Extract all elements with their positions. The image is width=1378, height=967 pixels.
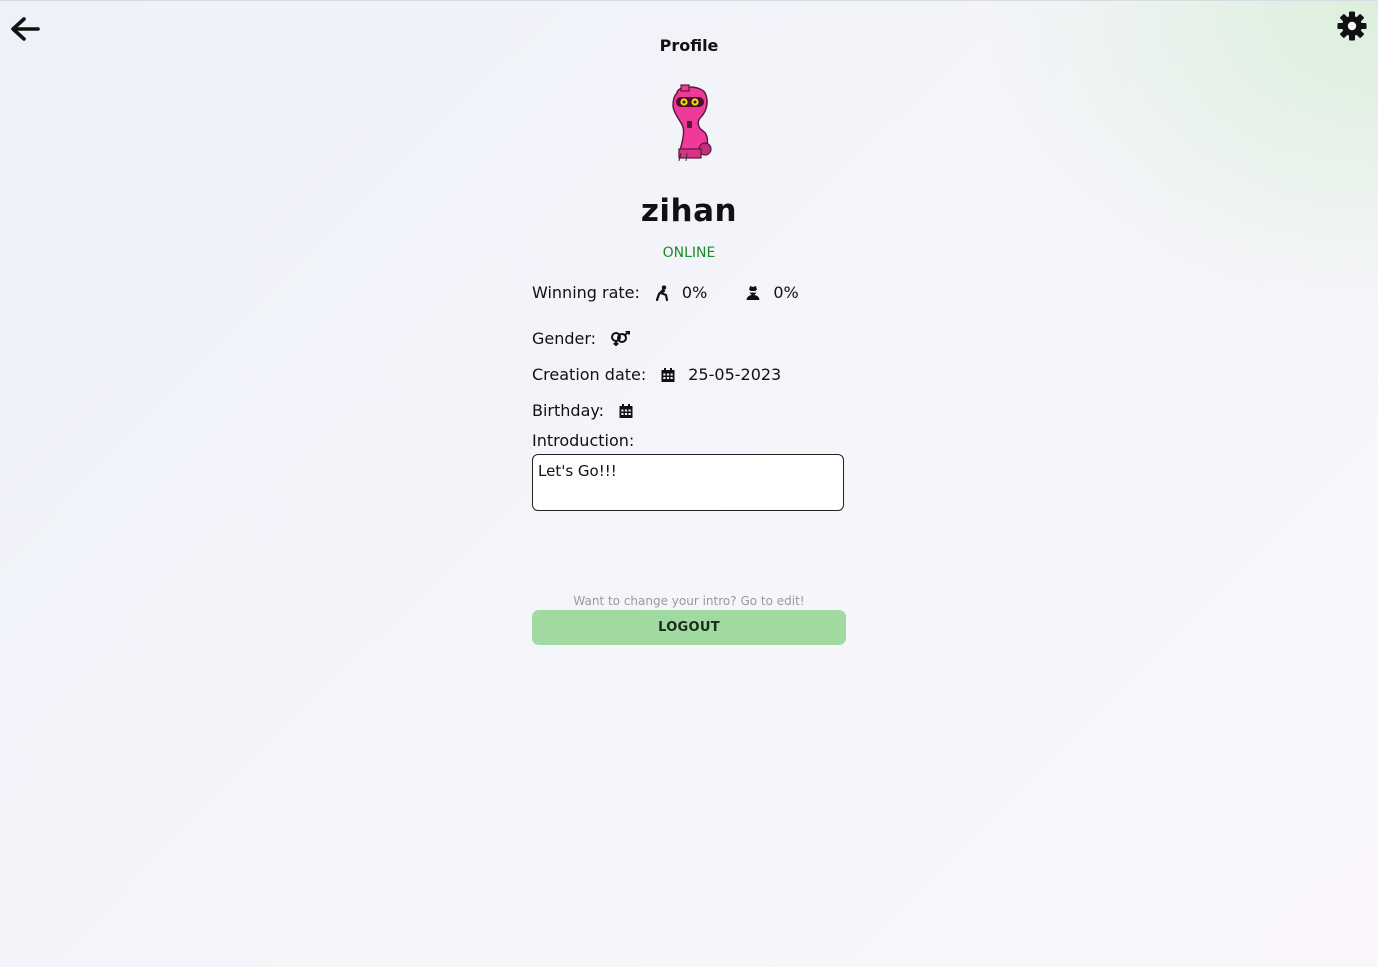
introduction-textbox[interactable]: Let's Go!!!: [532, 454, 844, 511]
winning-rate-value-1: 0%: [681, 283, 708, 302]
winning-rate-row: Winning rate: 0% 0%: [532, 283, 799, 302]
gender-row: Gender:: [532, 329, 642, 348]
mars-and-venus-icon: [610, 330, 631, 347]
birthday-row: Birthday:: [532, 401, 646, 420]
username: zihan: [640, 193, 738, 229]
calendar-icon: [660, 367, 676, 383]
introduction-label: Introduction:: [532, 431, 635, 450]
calendar-icon: [618, 403, 634, 419]
player-kick-icon: [654, 284, 670, 301]
edit-intro-hint: Want to change your intro? Go to edit!: [573, 594, 805, 608]
creation-date-label: Creation date:: [532, 365, 647, 384]
logout-button[interactable]: LOGOUT: [532, 610, 846, 645]
gender-label: Gender:: [532, 329, 597, 348]
creation-date-row: Creation date: 25-05-2023: [532, 365, 781, 384]
winning-rate-label: Winning rate:: [532, 283, 640, 302]
winning-rate-value-2: 0%: [773, 283, 799, 302]
user-secret-icon: [745, 285, 761, 301]
page-title: Profile: [659, 36, 719, 55]
birthday-label: Birthday:: [532, 401, 605, 420]
status-badge: ONLINE: [662, 245, 716, 261]
avatar: [659, 83, 719, 162]
creation-date-value: 25-05-2023: [688, 365, 782, 384]
